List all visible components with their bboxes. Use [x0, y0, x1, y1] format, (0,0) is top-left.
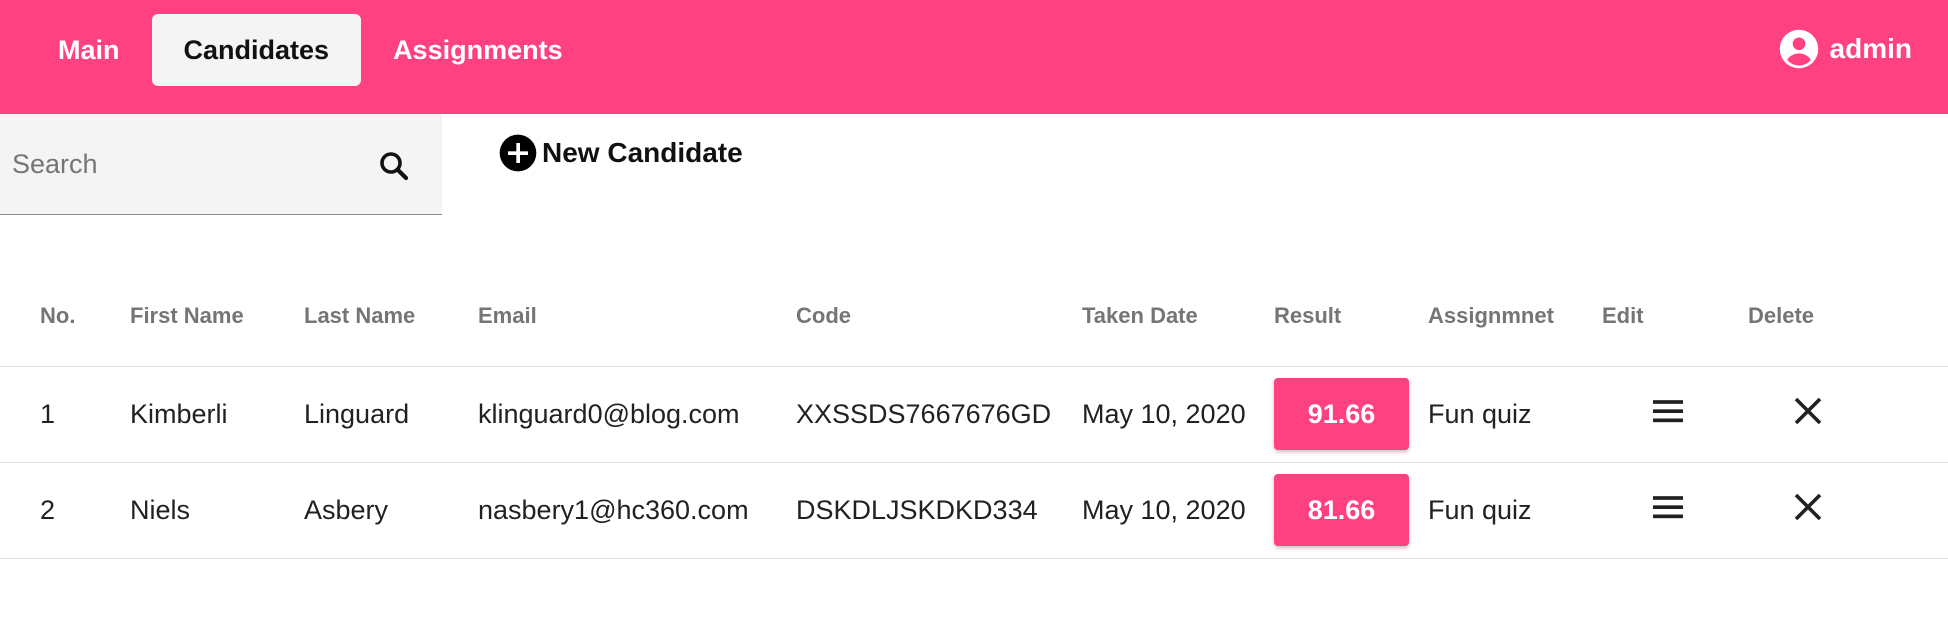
- tab-assignments[interactable]: Assignments: [361, 14, 595, 86]
- cell-result: 91.66: [1274, 366, 1428, 463]
- cell-no: 1: [0, 366, 130, 463]
- cell-no: 2: [0, 462, 130, 559]
- cell-email: klinguard0@blog.com: [478, 366, 796, 463]
- col-header-result: Result: [1274, 266, 1428, 367]
- table-header-row: No. First Name Last Name Email Code Take…: [0, 266, 1948, 367]
- search-box: [0, 114, 442, 215]
- cell-delete: [1748, 462, 1948, 559]
- add-circle-icon: [499, 134, 537, 172]
- search-icon[interactable]: [376, 148, 412, 184]
- result-badge[interactable]: 81.66: [1274, 474, 1409, 546]
- col-header-code: Code: [796, 266, 1082, 367]
- col-header-last-name: Last Name: [304, 266, 478, 367]
- menu-icon[interactable]: [1648, 487, 1688, 527]
- cell-code: DSKDLJSKDKD334: [796, 462, 1082, 559]
- col-header-no: No.: [0, 266, 130, 367]
- new-candidate-label: New Candidate: [542, 137, 743, 168]
- tab-candidates[interactable]: Candidates: [151, 14, 362, 86]
- cell-taken-date: May 10, 2020: [1082, 366, 1274, 463]
- cell-email: nasbery1@hc360.com: [478, 462, 796, 559]
- col-header-first-name: First Name: [130, 266, 304, 367]
- col-header-assignment: Assignmnet: [1428, 266, 1602, 367]
- cell-edit: [1602, 462, 1748, 559]
- table-row: 2 Niels Asbery nasbery1@hc360.com DSKDLJ…: [0, 462, 1948, 559]
- account-circle-icon: [1779, 29, 1818, 69]
- search-input[interactable]: [12, 144, 352, 184]
- close-icon[interactable]: [1790, 489, 1826, 525]
- cell-last-name: Linguard: [304, 366, 478, 463]
- cell-assignment: Fun quiz: [1428, 462, 1602, 559]
- col-header-email: Email: [478, 266, 796, 367]
- menu-icon[interactable]: [1648, 391, 1688, 431]
- cell-code: XXSSDS7667676GD: [796, 366, 1082, 463]
- close-icon[interactable]: [1790, 393, 1826, 429]
- main-nav: Main Candidates Assignments: [26, 14, 595, 86]
- col-header-delete: Delete: [1748, 266, 1948, 367]
- cell-first-name: Niels: [130, 462, 304, 559]
- candidates-table: No. First Name Last Name Email Code Take…: [0, 266, 1948, 559]
- cell-first-name: Kimberli: [130, 366, 304, 463]
- result-badge[interactable]: 91.66: [1274, 378, 1409, 450]
- table-row: 1 Kimberli Linguard klinguard0@blog.com …: [0, 366, 1948, 463]
- cell-edit: [1602, 366, 1748, 463]
- top-app-bar: Main Candidates Assignments admin: [0, 0, 1948, 114]
- cell-assignment: Fun quiz: [1428, 366, 1602, 463]
- user-name: admin: [1829, 33, 1912, 64]
- user-menu[interactable]: admin: [1778, 28, 1912, 70]
- cell-delete: [1748, 366, 1948, 463]
- cell-last-name: Asbery: [304, 462, 478, 559]
- cell-taken-date: May 10, 2020: [1082, 462, 1274, 559]
- col-header-edit: Edit: [1602, 266, 1748, 367]
- cell-result: 81.66: [1274, 462, 1428, 559]
- tab-main[interactable]: Main: [26, 14, 152, 86]
- new-candidate-button[interactable]: New Candidate: [498, 133, 743, 173]
- col-header-taken-date: Taken Date: [1082, 266, 1274, 367]
